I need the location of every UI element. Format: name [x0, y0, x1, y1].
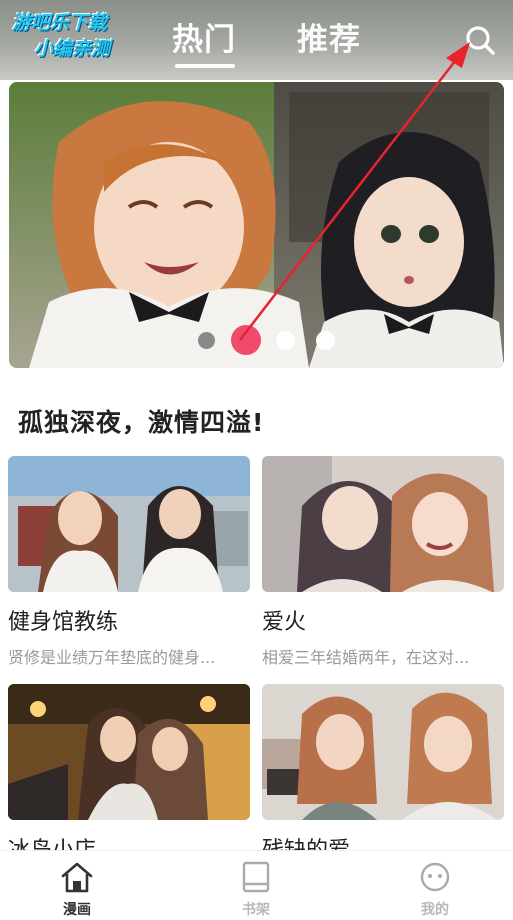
- comic-cover: [262, 456, 504, 592]
- section-title: 孤独深夜，激情四溢!: [18, 408, 265, 437]
- comic-card[interactable]: 残缺的爱: [262, 684, 504, 864]
- comic-card[interactable]: 冰岛小店: [8, 684, 250, 864]
- comic-desc: 相爱三年结婚两年，在这对...: [262, 648, 470, 667]
- comic-title: 爱火: [262, 610, 307, 635]
- nav-item-profile[interactable]: 我的: [375, 851, 495, 920]
- banner-dot-4[interactable]: [316, 331, 335, 350]
- nav-item-comics[interactable]: 漫画: [17, 851, 137, 920]
- bottom-nav: 漫画 书架 我的: [0, 850, 513, 920]
- comic-card[interactable]: 健身馆教练 贤修是业绩万年垫底的健身...: [8, 456, 250, 668]
- banner-dot-3[interactable]: [276, 331, 295, 350]
- hero-banner[interactable]: [9, 82, 504, 368]
- comic-card[interactable]: 爱火 相爱三年结婚两年，在这对...: [262, 456, 504, 668]
- search-icon: [466, 26, 495, 55]
- tab-hot[interactable]: 热门: [172, 14, 236, 59]
- comic-cover: [8, 456, 250, 592]
- comic-title: 健身馆教练: [8, 610, 119, 635]
- tab-active-indicator: [175, 64, 235, 68]
- comic-desc: 贤修是业绩万年垫底的健身...: [8, 648, 216, 667]
- comic-cover: [8, 684, 250, 820]
- nav-label-bookshelf: 书架: [242, 902, 270, 918]
- bookshelf-icon: [242, 861, 270, 893]
- top-tabs: 热门 推荐: [0, 14, 513, 74]
- nav-label-comics: 漫画: [63, 902, 91, 918]
- search-button[interactable]: [462, 22, 498, 58]
- banner-dot-2-active[interactable]: [231, 325, 261, 355]
- nav-item-bookshelf[interactable]: 书架: [196, 851, 316, 920]
- profile-icon: [420, 862, 450, 892]
- tab-recommend[interactable]: 推荐: [297, 14, 361, 59]
- nav-label-profile: 我的: [421, 902, 449, 918]
- home-icon: [61, 862, 93, 893]
- banner-dot-1[interactable]: [198, 332, 215, 349]
- comic-cover: [262, 684, 504, 820]
- banner-illustration: [9, 82, 504, 368]
